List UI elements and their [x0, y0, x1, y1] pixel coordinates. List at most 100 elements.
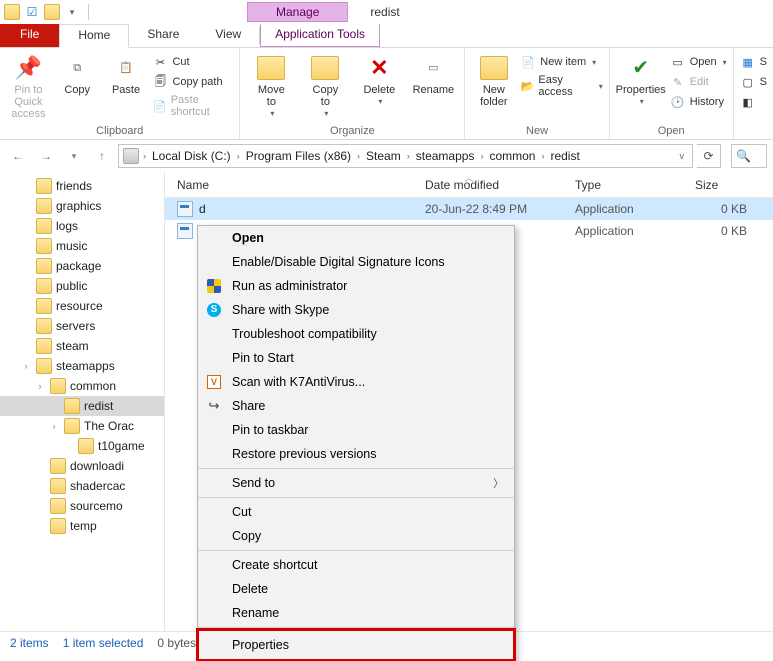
tree-item[interactable]: t10game [0, 436, 164, 456]
properties-button[interactable]: ✔ Properties▾ [616, 50, 666, 107]
tree-item[interactable]: redist [0, 396, 164, 416]
tab-file[interactable]: File [0, 24, 59, 47]
col-name[interactable]: Name [165, 178, 425, 192]
tree-item[interactable]: temp [0, 516, 164, 536]
rename-button[interactable]: ▭ Rename [408, 50, 458, 96]
paste-button[interactable]: 📋 Paste [104, 50, 149, 96]
new-item-button[interactable]: 📄New item▾ [520, 52, 602, 72]
col-size[interactable]: Size [695, 178, 773, 192]
menu-sigicons[interactable]: Enable/Disable Digital Signature Icons [198, 250, 514, 274]
tree-item[interactable]: resource [0, 296, 164, 316]
tree-item[interactable]: downloadi [0, 456, 164, 476]
crumb[interactable]: Program Files (x86) [244, 149, 353, 163]
chevron-right-icon[interactable]: › [20, 361, 32, 371]
refresh-button[interactable]: ⟳ [697, 144, 721, 168]
select-none-button[interactable]: ▢S [740, 72, 767, 92]
new-folder-button[interactable]: New folder [471, 50, 516, 108]
tree-item[interactable]: package [0, 256, 164, 276]
chevron-right-icon[interactable]: › [478, 151, 485, 161]
delete-label: Delete [363, 84, 395, 96]
col-date[interactable]: Date modified [425, 178, 575, 192]
tree-item[interactable]: friends [0, 176, 164, 196]
tree-item[interactable]: ›The Orac [0, 416, 164, 436]
tree-item[interactable]: logs [0, 216, 164, 236]
tree-item[interactable]: sourcemo [0, 496, 164, 516]
chevron-down-icon[interactable]: v [680, 151, 689, 161]
select-all-icon: ▦ [740, 54, 756, 70]
folder-icon [50, 458, 66, 474]
group-clipboard: 📌 Pin to Quick access ⧉ Copy 📋 Paste ✂Cu… [0, 48, 240, 139]
menu-share-skype[interactable]: SShare with Skype [198, 298, 514, 322]
chevron-right-icon[interactable]: › [141, 151, 148, 161]
tree-item[interactable]: shadercac [0, 476, 164, 496]
menu-open[interactable]: Open [198, 226, 514, 250]
tree-item[interactable]: public [0, 276, 164, 296]
menu-pin-start[interactable]: Pin to Start [198, 346, 514, 370]
menu-scan-k7[interactable]: VScan with K7AntiVirus... [198, 370, 514, 394]
forward-button[interactable]: → [34, 144, 58, 168]
menu-properties[interactable]: Properties [198, 630, 514, 660]
tree-item[interactable]: graphics [0, 196, 164, 216]
copy-path-button[interactable]: 🗐Copy path [152, 72, 233, 92]
tree-item[interactable]: › steamapps [0, 356, 164, 376]
tree-item[interactable]: steam [0, 336, 164, 356]
nav-tree[interactable]: friendsgraphicslogsmusicpackagepublicres… [0, 172, 165, 631]
pin-button[interactable]: 📌 Pin to Quick access [6, 50, 51, 120]
crumb[interactable]: Steam [364, 149, 403, 163]
menu-copy[interactable]: Copy [198, 524, 514, 548]
chevron-right-icon[interactable]: › [405, 151, 412, 161]
menu-delete[interactable]: Delete [198, 577, 514, 601]
tab-view[interactable]: View [197, 24, 259, 47]
back-button[interactable]: ← [6, 144, 30, 168]
menu-compat[interactable]: Troubleshoot compatibility [198, 322, 514, 346]
column-headers[interactable]: ︿ Name Date modified Type Size [165, 172, 773, 198]
tab-home[interactable]: Home [59, 24, 129, 48]
chevron-right-icon[interactable]: › [48, 421, 60, 431]
folder-icon [4, 4, 20, 20]
chevron-right-icon[interactable]: › [355, 151, 362, 161]
menu-share[interactable]: ↪Share [198, 394, 514, 418]
breadcrumb[interactable]: › Local Disk (C:)› Program Files (x86)› … [118, 144, 693, 168]
crumb[interactable]: Local Disk (C:) [150, 149, 233, 163]
menu-pin-taskbar[interactable]: Pin to taskbar [198, 418, 514, 442]
history-button[interactable]: 🕑History [670, 92, 727, 112]
invert-selection-button[interactable]: ◧ [740, 92, 767, 112]
up-button[interactable]: ↑ [90, 144, 114, 168]
copy-to-label: Copy to [313, 84, 339, 108]
menu-rename[interactable]: Rename [198, 601, 514, 625]
folder-icon [64, 418, 80, 434]
crumb[interactable]: common [487, 149, 537, 163]
search-input[interactable]: 🔍 [731, 144, 767, 168]
tab-share[interactable]: Share [129, 24, 197, 47]
cut-button[interactable]: ✂Cut [152, 52, 233, 72]
menu-create-shortcut[interactable]: Create shortcut [198, 553, 514, 577]
tree-item-label: steamapps [56, 359, 115, 373]
recent-button[interactable]: ▾ [62, 144, 86, 168]
menu-restore[interactable]: Restore previous versions [198, 442, 514, 466]
copy-button[interactable]: ⧉ Copy [55, 50, 100, 96]
paste-shortcut-button[interactable]: 📄Paste shortcut [152, 92, 233, 120]
menu-run-as-admin[interactable]: Run as administrator [198, 274, 514, 298]
move-to-button[interactable]: Move to▾ [246, 50, 296, 119]
open-button[interactable]: ▭Open▾ [670, 52, 727, 72]
select-all-button[interactable]: ▦S [740, 52, 767, 72]
chevron-right-icon[interactable]: › [235, 151, 242, 161]
col-type[interactable]: Type [575, 178, 695, 192]
crumb[interactable]: redist [548, 149, 581, 163]
easy-access-button[interactable]: 📂Easy access▾ [520, 72, 602, 100]
chevron-right-icon[interactable]: › [34, 381, 46, 391]
qat-prop-icon[interactable]: ☑ [24, 4, 40, 20]
qat-caret-icon[interactable]: ▾ [64, 4, 80, 20]
tab-application-tools[interactable]: Application Tools [260, 24, 380, 47]
crumb[interactable]: steamapps [414, 149, 477, 163]
tree-item[interactable]: servers [0, 316, 164, 336]
tree-item[interactable]: ›common [0, 376, 164, 396]
chevron-right-icon[interactable]: › [539, 151, 546, 161]
copy-to-button[interactable]: Copy to▾ [300, 50, 350, 119]
file-row[interactable]: d20-Jun-22 8:49 PMApplication0 KB [165, 198, 773, 220]
menu-send-to[interactable]: Send to〉 [198, 471, 514, 495]
tree-item[interactable]: music [0, 236, 164, 256]
delete-button[interactable]: ✕ Delete▾ [354, 50, 404, 107]
menu-cut[interactable]: Cut [198, 500, 514, 524]
edit-button[interactable]: ✎Edit [670, 72, 727, 92]
